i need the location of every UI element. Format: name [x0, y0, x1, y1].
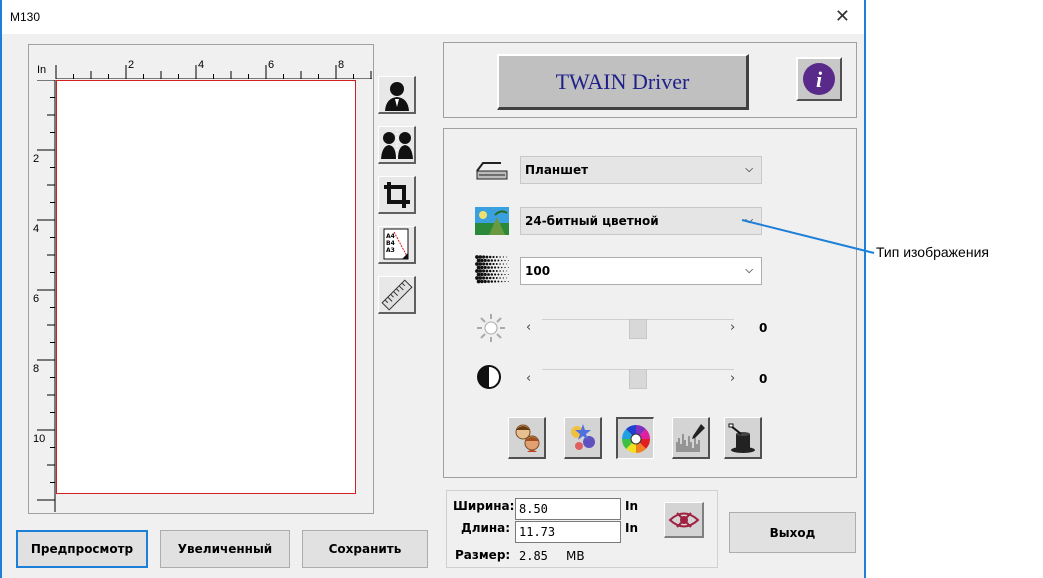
scan-source-select[interactable]: Планшет ⌵	[520, 156, 762, 184]
resolution-value: 100	[525, 264, 551, 278]
magic-hat-icon[interactable]	[724, 417, 762, 459]
width-unit: In	[625, 499, 639, 513]
svg-text:A4: A4	[386, 233, 395, 240]
ruler-icon[interactable]	[378, 276, 416, 314]
brightness-slider[interactable]: ‹ ›	[520, 316, 746, 342]
ruler-top-label: 8	[338, 59, 345, 71]
resolution-select[interactable]: 100 ⌵	[520, 257, 762, 285]
length-field[interactable]: 11.73	[515, 521, 621, 543]
color-adjust-icon[interactable]	[616, 417, 654, 459]
ruler-top-label: 6	[268, 59, 275, 71]
slider-thumb[interactable]	[629, 319, 647, 339]
title-bar: M130 ✕	[2, 0, 864, 34]
preview-button[interactable]: Предпросмотр	[16, 530, 148, 568]
paper-size-icon[interactable]: A4 B4 A3	[378, 226, 416, 264]
brightness-icon	[476, 313, 506, 343]
info-icon: i	[803, 63, 835, 95]
preview-eye-button[interactable]	[664, 502, 704, 538]
auto-crop-icon[interactable]	[378, 76, 416, 114]
ruler-left-label: 10	[33, 433, 46, 445]
slider-left-arrow[interactable]: ‹	[526, 320, 531, 335]
slider-right-arrow[interactable]: ›	[730, 320, 735, 335]
filesize-value: 2.85	[519, 549, 548, 563]
window-title: M130	[10, 10, 41, 24]
descreen-icon[interactable]	[508, 417, 546, 459]
slider-left-arrow[interactable]: ‹	[526, 371, 531, 386]
chevron-down-icon: ⌵	[745, 215, 753, 226]
length-label: Длина:	[461, 521, 511, 535]
slider-thumb[interactable]	[629, 369, 647, 389]
filesize-label: Размер:	[455, 548, 511, 562]
histogram-icon[interactable]	[672, 417, 710, 459]
info-button[interactable]: i	[796, 57, 842, 101]
svg-text:A3: A3	[386, 247, 395, 254]
width-field[interactable]: 8.50	[515, 498, 621, 520]
ruler-top: In 2 4 6 8	[30, 59, 372, 79]
zoom-button[interactable]: Увеличенный	[160, 530, 290, 568]
slider-right-arrow[interactable]: ›	[730, 371, 735, 386]
ruler-unit-label: In	[37, 64, 47, 76]
twain-driver-button[interactable]: TWAIN Driver	[497, 54, 749, 110]
chevron-down-icon: ⌵	[745, 265, 753, 276]
ruler-top-label: 2	[128, 59, 135, 71]
length-unit: In	[625, 521, 639, 535]
close-icon[interactable]: ✕	[835, 6, 850, 27]
image-type-value: 24-битный цветной	[525, 214, 659, 228]
chevron-down-icon: ⌵	[745, 164, 753, 175]
svg-text:B4: B4	[386, 240, 395, 247]
info-glyph: i	[816, 67, 823, 92]
ruler-left-label: 6	[33, 293, 40, 305]
filesize-unit: MB	[566, 549, 585, 563]
ruler-left-label: 2	[33, 153, 40, 165]
color-photo-icon	[475, 207, 509, 235]
brightness-value: 0	[759, 321, 768, 335]
ruler-top-label: 4	[198, 59, 205, 71]
crop-icon[interactable]	[378, 176, 416, 214]
filter-icon[interactable]	[564, 417, 602, 459]
ruler-left-label: 8	[33, 363, 40, 375]
scan-source-value: Планшет	[525, 163, 589, 177]
contrast-value: 0	[759, 372, 768, 386]
contrast-icon	[476, 364, 502, 390]
scan-preview-area[interactable]	[56, 80, 356, 494]
width-label: Ширина:	[453, 499, 515, 513]
eye-icon	[668, 511, 699, 528]
ruler-left: 2 4 6 8 10	[30, 80, 56, 512]
image-type-callout: Тип изображения	[876, 244, 989, 260]
flatbed-scanner-icon	[475, 157, 509, 183]
image-type-select[interactable]: 24-битный цветной ⌵	[520, 207, 762, 235]
ruler-left-label: 4	[33, 223, 40, 235]
contrast-slider[interactable]: ‹ ›	[520, 366, 746, 392]
exit-button[interactable]: Выход	[729, 512, 856, 553]
multi-crop-icon[interactable]	[378, 126, 416, 164]
save-button[interactable]: Сохранить	[302, 530, 428, 568]
resolution-icon	[475, 255, 509, 285]
